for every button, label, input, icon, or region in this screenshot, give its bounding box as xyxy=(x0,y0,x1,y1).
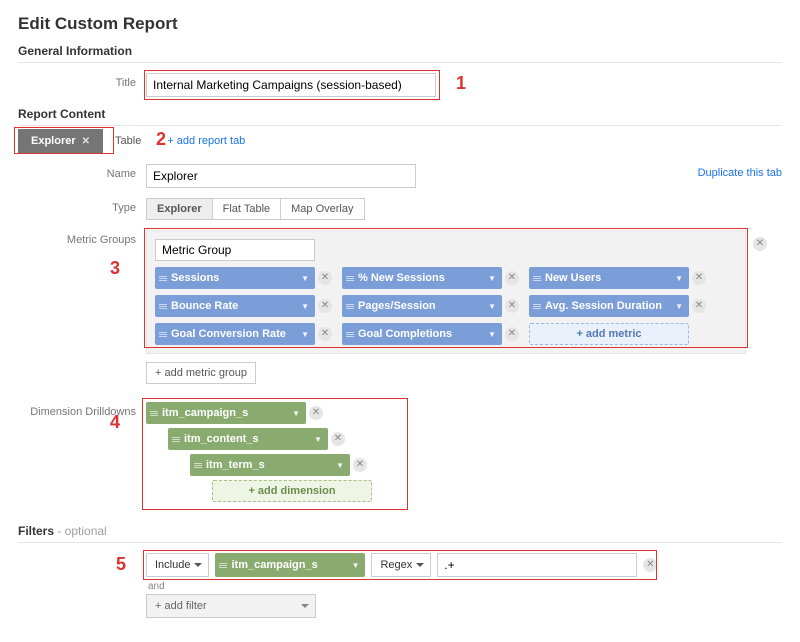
type-explorer[interactable]: Explorer xyxy=(146,198,213,220)
chevron-down-icon: ▼ xyxy=(488,302,496,311)
remove-icon[interactable]: ✕ xyxy=(505,299,519,313)
add-dimension-button[interactable]: + add dimension xyxy=(212,480,372,502)
add-report-tab[interactable]: + add report tab xyxy=(167,135,245,147)
remove-icon[interactable]: ✕ xyxy=(331,432,345,446)
chevron-down-icon: ▼ xyxy=(314,435,322,444)
remove-icon[interactable]: ✕ xyxy=(318,327,332,341)
metric-group-name-input[interactable] xyxy=(155,239,315,261)
metric-bounce-rate[interactable]: Bounce Rate▼ xyxy=(155,295,315,317)
page-title: Edit Custom Report xyxy=(18,14,782,34)
metric-sessions[interactable]: Sessions▼ xyxy=(155,267,315,289)
remove-icon[interactable]: ✕ xyxy=(309,406,323,420)
tab-table[interactable]: Table xyxy=(103,129,153,153)
chevron-down-icon: ▼ xyxy=(301,330,309,339)
chevron-down-icon: ▼ xyxy=(488,330,496,339)
metric-pct-new-sessions[interactable]: % New Sessions▼ xyxy=(342,267,502,289)
label-dimension-drilldowns: Dimension Drilldowns xyxy=(18,402,146,418)
tab-explorer[interactable]: Explorer ✕ xyxy=(18,129,103,153)
name-input[interactable] xyxy=(146,164,416,188)
drilldown-itm-term[interactable]: itm_term_s▼ xyxy=(190,454,350,476)
filter-dimension[interactable]: itm_campaign_s▼ xyxy=(215,553,365,577)
label-metric-groups: Metric Groups xyxy=(18,230,146,246)
drilldown-itm-content[interactable]: itm_content_s▼ xyxy=(168,428,328,450)
remove-icon[interactable]: ✕ xyxy=(692,299,706,313)
filter-value-input[interactable] xyxy=(437,553,637,577)
chevron-down-icon: ▼ xyxy=(675,302,683,311)
chevron-down-icon: ▼ xyxy=(352,561,360,570)
annotation-3: 3 xyxy=(110,258,120,279)
section-content: Report Content xyxy=(18,107,782,121)
remove-icon[interactable]: ✕ xyxy=(353,458,367,472)
metric-new-users[interactable]: New Users▼ xyxy=(529,267,689,289)
section-filters: Filters - optional xyxy=(18,524,782,538)
type-flat-table[interactable]: Flat Table xyxy=(212,198,282,220)
label-name: Name xyxy=(18,164,146,180)
chevron-down-icon: ▼ xyxy=(488,274,496,283)
label-type: Type xyxy=(18,198,146,214)
remove-metric-group-icon[interactable]: ✕ xyxy=(753,237,767,251)
section-general: General Information xyxy=(18,44,782,58)
annotation-4: 4 xyxy=(110,412,120,433)
remove-filter-icon[interactable]: ✕ xyxy=(643,558,657,572)
metric-goal-completions[interactable]: Goal Completions▼ xyxy=(342,323,502,345)
annotation-1: 1 xyxy=(456,73,466,94)
annotation-2: 2 xyxy=(156,129,166,150)
remove-icon[interactable]: ✕ xyxy=(318,299,332,313)
drilldown-itm-campaign[interactable]: itm_campaign_s▼ xyxy=(146,402,306,424)
metric-group-container: Sessions▼✕ % New Sessions▼✕ New Users▼✕ … xyxy=(146,230,746,354)
remove-icon[interactable]: ✕ xyxy=(505,327,519,341)
chevron-down-icon: ▼ xyxy=(292,409,300,418)
add-metric-group-button[interactable]: + add metric group xyxy=(146,362,256,384)
chevron-down-icon: ▼ xyxy=(336,461,344,470)
remove-icon[interactable]: ✕ xyxy=(318,271,332,285)
add-metric-button[interactable]: + add metric xyxy=(529,323,689,345)
metric-goal-conversion-rate[interactable]: Goal Conversion Rate▼ xyxy=(155,323,315,345)
metric-pages-session[interactable]: Pages/Session▼ xyxy=(342,295,502,317)
annotation-5: 5 xyxy=(116,554,126,575)
metric-avg-session-duration[interactable]: Avg. Session Duration▼ xyxy=(529,295,689,317)
remove-icon[interactable]: ✕ xyxy=(505,271,519,285)
remove-icon[interactable]: ✕ xyxy=(692,271,706,285)
title-input[interactable] xyxy=(146,73,436,97)
close-icon[interactable]: ✕ xyxy=(82,136,90,147)
label-title: Title xyxy=(18,73,146,89)
chevron-down-icon: ▼ xyxy=(301,274,309,283)
add-filter-button[interactable]: + add filter xyxy=(146,594,316,618)
chevron-down-icon: ▼ xyxy=(675,274,683,283)
tab-explorer-label: Explorer xyxy=(31,135,76,147)
filter-and-label: and xyxy=(148,581,782,592)
filter-match-select[interactable]: Regex xyxy=(371,553,431,577)
type-map-overlay[interactable]: Map Overlay xyxy=(280,198,364,220)
chevron-down-icon: ▼ xyxy=(301,302,309,311)
duplicate-tab-link[interactable]: Duplicate this tab xyxy=(698,167,782,179)
filter-include-select[interactable]: Include xyxy=(146,553,209,577)
